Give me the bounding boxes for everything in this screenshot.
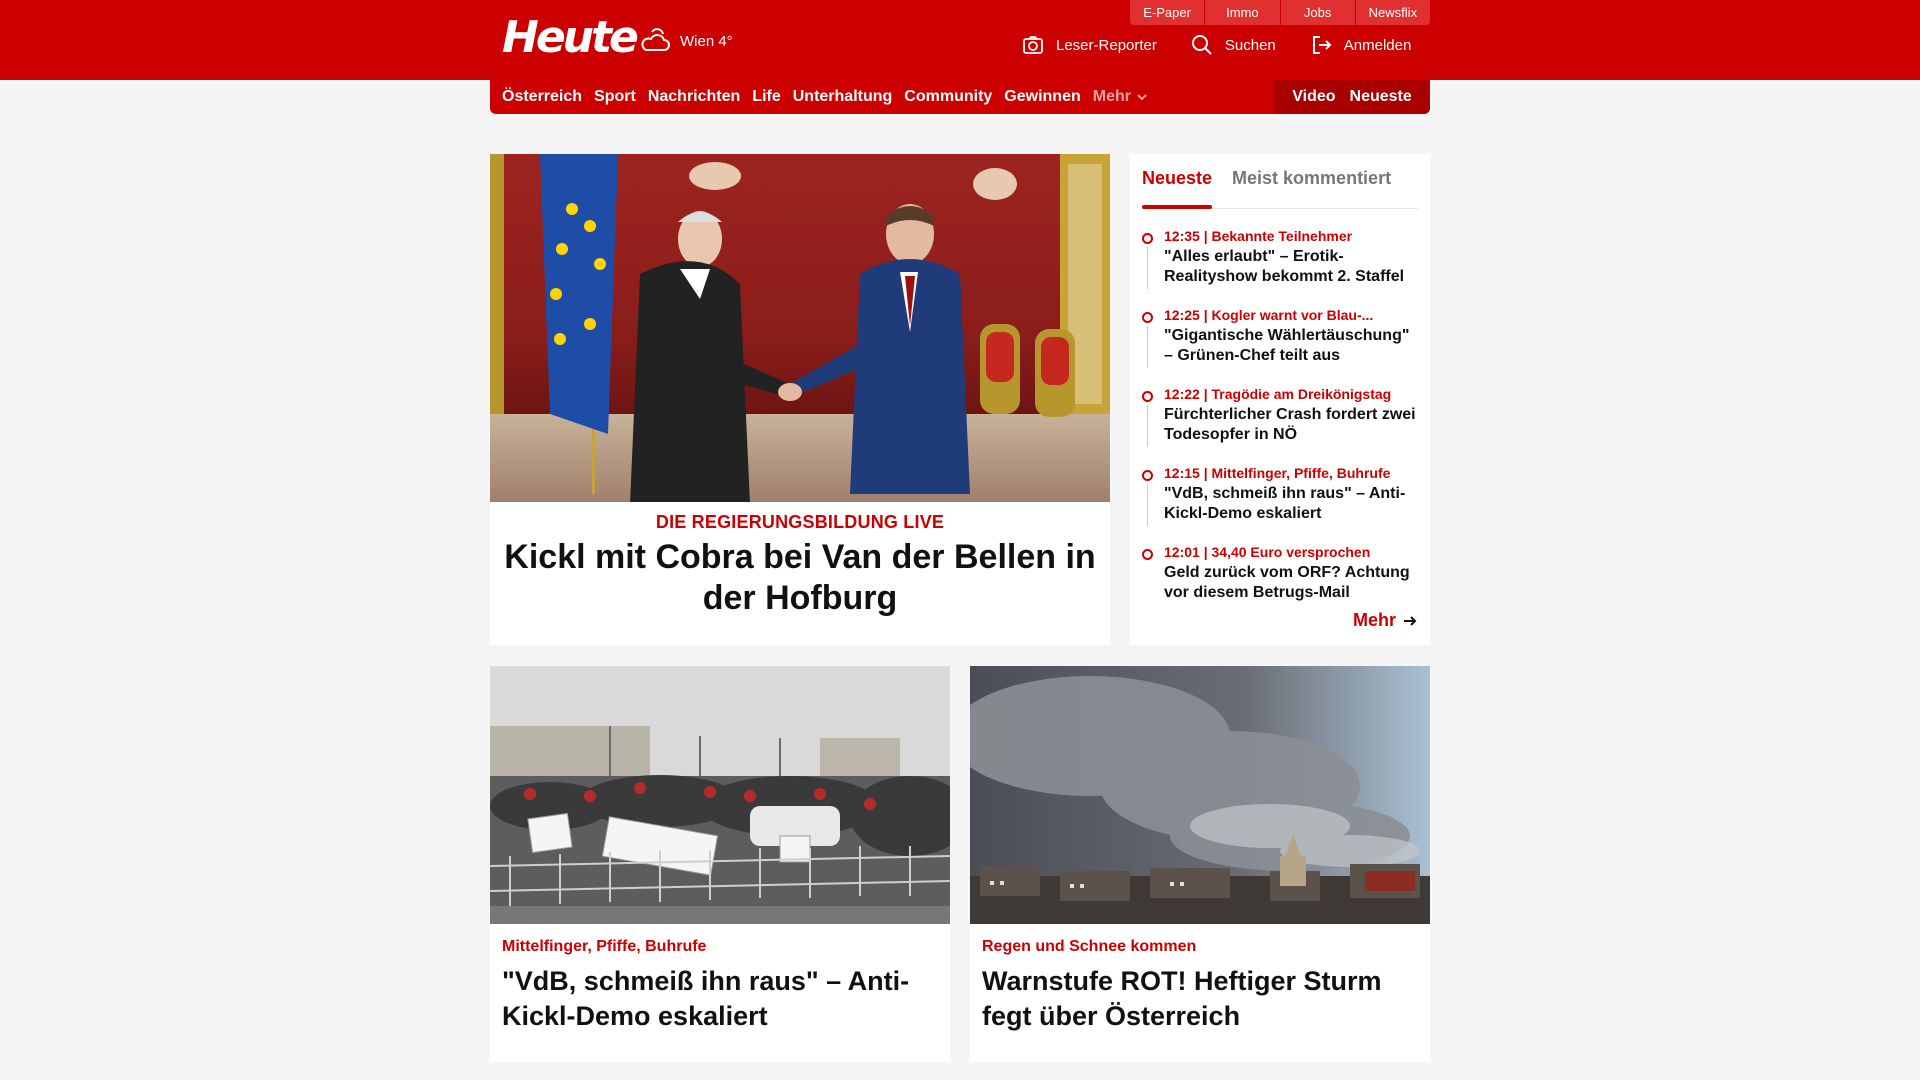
news-meta: 12:22 | Tragödie am Dreikönigstag	[1164, 386, 1392, 402]
weather-widget[interactable]: Wien 4°	[638, 26, 733, 56]
hero-article[interactable]: DIE REGIERUNGSBILDUNG LIVE Kickl mit Cob…	[490, 154, 1110, 645]
list-item[interactable]: 12:25 | Kogler warnt vor Blau-... "Gigan…	[1142, 306, 1418, 385]
search-icon	[1191, 35, 1212, 55]
service-link-jobs[interactable]: Jobs	[1279, 0, 1355, 25]
news-title[interactable]: "VdB, schmeiß ihn raus" – Anti-Kickl-Dem…	[1164, 484, 1418, 524]
news-meta: 12:35 | Bekannte Teilnehmer	[1164, 228, 1353, 244]
nav-item-nachrichten[interactable]: Nachrichten	[648, 88, 740, 106]
news-title[interactable]: "Alles erlaubt" – Erotik-Realityshow bek…	[1164, 247, 1418, 287]
login-label: Anmelden	[1343, 36, 1412, 54]
card-kicker[interactable]: Mittelfinger, Pfiffe, Buhrufe	[502, 938, 938, 956]
search-label: Suchen	[1224, 36, 1276, 54]
service-link-newsflix[interactable]: Newsflix	[1354, 0, 1430, 25]
hero-headline[interactable]: Kickl mit Cobra bei Van der Bellen in de…	[490, 537, 1110, 619]
nav-item-gewinnen[interactable]: Gewinnen	[1004, 88, 1080, 106]
card-text: Mittelfinger, Pfiffe, Buhrufe "VdB, schm…	[490, 924, 950, 1034]
news-title[interactable]: Fürchterlicher Crash fordert zwei Todeso…	[1164, 405, 1418, 445]
login-button[interactable]: Anmelden	[1310, 34, 1412, 56]
sidebar-more-link[interactable]: Mehr	[1353, 610, 1418, 631]
nav-video[interactable]: Video	[1292, 88, 1335, 106]
hero-image[interactable]	[490, 154, 1110, 502]
tab-meist-kommentiert[interactable]: Meist kommentiert	[1232, 164, 1391, 208]
card-image[interactable]	[490, 666, 950, 924]
service-links: E-Paper Immo Jobs Newsflix	[1130, 0, 1430, 25]
sidebar-more-label: Mehr	[1352, 610, 1396, 630]
service-link-immo[interactable]: Immo	[1204, 0, 1279, 25]
news-meta: 12:25 | Kogler warnt vor Blau-...	[1164, 307, 1374, 323]
list-item[interactable]: 12:22 | Tragödie am Dreikönigstag Fürcht…	[1142, 385, 1418, 464]
nav-item-life[interactable]: Life	[752, 88, 780, 106]
nav-item-sport[interactable]: Sport	[594, 88, 636, 106]
tab-neueste[interactable]: Neueste	[1142, 164, 1213, 209]
main-nav: Österreich Sport Nachrichten Life Unterh…	[490, 80, 1430, 114]
nav-more-dropdown[interactable]: Mehr	[1093, 88, 1147, 106]
card-headline[interactable]: Warnstufe ROT! Heftiger Sturm fegt über …	[982, 964, 1418, 1034]
card-headline[interactable]: "VdB, schmeiß ihn raus" – Anti-Kickl-Dem…	[502, 964, 938, 1034]
news-list: 12:35 | Bekannte Teilnehmer "Alles erlau…	[1142, 227, 1418, 622]
cloud-sun-icon	[641, 28, 670, 51]
card-image[interactable]	[970, 666, 1430, 924]
demo-photo-illustration	[490, 666, 950, 924]
news-meta: 12:01 | 34,40 Euro versprochen	[1164, 544, 1371, 560]
site-header: E-Paper Immo Jobs Newsflix Heute Wien 4°…	[0, 0, 1920, 80]
hero-photo-illustration	[490, 154, 1110, 502]
leser-reporter-label: Leser-Reporter	[1056, 36, 1157, 54]
sidebar-tabs: Neueste Meist kommentiert	[1142, 164, 1418, 209]
arrow-right-icon	[1404, 615, 1417, 626]
search-button[interactable]: Suchen	[1191, 34, 1276, 56]
article-card[interactable]: Mittelfinger, Pfiffe, Buhrufe "VdB, schm…	[490, 666, 950, 1062]
hero-text: DIE REGIERUNGSBILDUNG LIVE Kickl mit Cob…	[490, 502, 1110, 619]
leser-reporter-button[interactable]: Leser-Reporter	[1022, 34, 1157, 56]
news-title[interactable]: "Gigantische Wählertäuschung" – Grünen-C…	[1164, 326, 1418, 366]
list-item[interactable]: 12:15 | Mittelfinger, Pfiffe, Buhrufe "V…	[1142, 464, 1418, 543]
card-kicker[interactable]: Regen und Schnee kommen	[982, 938, 1418, 956]
list-item[interactable]: 12:35 | Bekannte Teilnehmer "Alles erlau…	[1142, 227, 1418, 306]
camera-icon	[1023, 36, 1043, 54]
header-actions: Leser-Reporter Suchen Anmelden	[1022, 34, 1411, 56]
nav-neueste[interactable]: Neueste	[1350, 88, 1412, 106]
article-card[interactable]: Regen und Schnee kommen Warnstufe ROT! H…	[970, 666, 1430, 1062]
nav-item-oesterreich[interactable]: Österreich	[502, 88, 582, 106]
hero-kicker[interactable]: DIE REGIERUNGSBILDUNG LIVE	[490, 512, 1110, 533]
site-logo[interactable]: Heute	[502, 14, 639, 62]
latest-news-sidebar: Neueste Meist kommentiert 12:35 | Bekann…	[1130, 154, 1430, 645]
service-link-epaper[interactable]: E-Paper	[1130, 0, 1204, 25]
nav-item-unterhaltung[interactable]: Unterhaltung	[793, 88, 893, 106]
news-title[interactable]: Geld zurück vom ORF? Achtung vor diesem …	[1164, 563, 1418, 603]
weather-text: Wien 4°	[680, 32, 733, 50]
nav-more-label: Mehr	[1092, 88, 1131, 105]
news-meta: 12:15 | Mittelfinger, Pfiffe, Buhrufe	[1164, 465, 1391, 481]
nav-right: Video Neueste	[1274, 80, 1430, 114]
login-icon	[1312, 36, 1332, 54]
nav-item-community[interactable]: Community	[904, 88, 992, 106]
chevron-down-icon	[1137, 94, 1147, 101]
card-text: Regen und Schnee kommen Warnstufe ROT! H…	[970, 924, 1430, 1034]
storm-photo-illustration	[970, 666, 1430, 924]
nav-items: Österreich Sport Nachrichten Life Unterh…	[490, 88, 1274, 106]
